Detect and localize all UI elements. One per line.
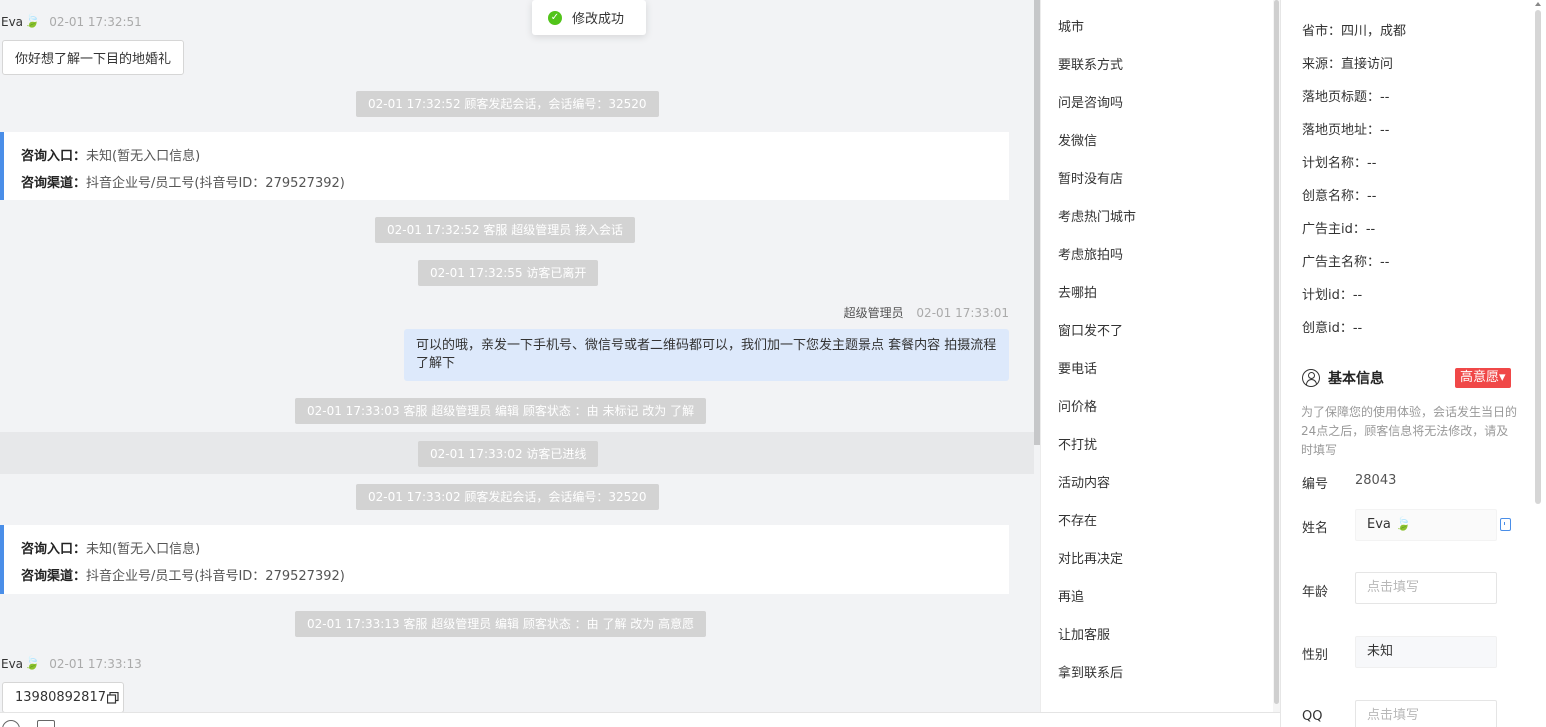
chat-panel[interactable]: Eva 🍃 02-01 17:32:51 你好想了解一下目的地婚礼 02-01 …: [0, 0, 1034, 712]
quick-reply-item[interactable]: 考虑旅拍吗: [1058, 244, 1123, 263]
customer-info-panel: 省市：四川，成都 来源：直接访问 落地页标题：-- 落地页地址：-- 计划名称：-- 创意…: [1280, 0, 1546, 727]
agent-name: 超级管理员: [843, 306, 904, 320]
id-value: 28043: [1355, 473, 1397, 488]
system-message: 02-01 17:32:52 客服 超级管理员 接入会话: [375, 217, 636, 243]
name-label: 姓名: [1302, 521, 1329, 536]
quick-reply-item[interactable]: 问价格: [1058, 396, 1097, 415]
quick-reply-item[interactable]: 不打扰: [1058, 434, 1097, 453]
source-info-row: 广告主id：--: [1302, 222, 1376, 237]
success-toast: ✓ 修改成功: [532, 0, 646, 35]
quick-reply-item[interactable]: 拿到联系后: [1058, 662, 1123, 681]
scrollbar-thumb[interactable]: [1274, 0, 1279, 704]
quick-reply-item[interactable]: 再追: [1058, 586, 1084, 605]
visitor-message-bubble[interactable]: 13980892817: [2, 682, 124, 712]
quick-reply-item[interactable]: 窗口发不了: [1058, 320, 1123, 339]
input-toolbar: [0, 712, 1280, 727]
copy-icon[interactable]: [106, 691, 119, 704]
quick-reply-item[interactable]: 活动内容: [1058, 472, 1110, 491]
copy-icon[interactable]: [1500, 518, 1511, 531]
scrollbar-thumb[interactable]: [1535, 10, 1541, 504]
quick-reply-item[interactable]: 不存在: [1058, 510, 1097, 529]
check-circle-icon: ✓: [548, 10, 562, 25]
message-time: 02-01 17:32:51: [49, 14, 142, 29]
quick-reply-item[interactable]: 让加客服: [1058, 624, 1110, 643]
edit-notice: 为了保障您的使用体验，会话发生当日的24点之后，顾客信息将无法修改，请及时填写: [1301, 405, 1518, 457]
age-input[interactable]: 点击填写: [1355, 572, 1497, 604]
message-time: 02-01 17:33:01: [916, 306, 1009, 320]
name-field[interactable]: Eva 🍃: [1355, 509, 1497, 541]
visitor-name: Eva: [1, 14, 24, 29]
quick-reply-item[interactable]: 暂时没有店: [1058, 168, 1123, 187]
user-circle-icon: [1302, 369, 1320, 387]
quick-reply-item[interactable]: 城市: [1058, 16, 1084, 35]
qq-input[interactable]: 点击填写: [1355, 700, 1497, 727]
message-time: 02-01 17:33:13: [49, 656, 142, 671]
age-label: 年龄: [1302, 585, 1329, 600]
source-info-row: 计划id：--: [1302, 288, 1363, 303]
quick-reply-item[interactable]: 发微信: [1058, 130, 1097, 149]
visitor-sender-line: Eva 🍃 02-01 17:33:13: [1, 656, 142, 671]
system-message: 02-01 17:32:52 顾客发起会话，会话编号：32520: [356, 91, 659, 117]
quick-reply-item[interactable]: 要电话: [1058, 358, 1097, 377]
agent-sender-line: 超级管理员 02-01 17:33:01: [844, 304, 1009, 321]
leaf-icon: 🍃: [24, 14, 41, 29]
visitor-sender-line: Eva 🍃 02-01 17:32:51: [1, 14, 142, 29]
source-info-row: 创意名称：--: [1302, 189, 1377, 204]
source-info-row: 落地页地址：--: [1302, 123, 1390, 138]
consult-channel-row: 咨询渠道：抖音企业号/员工号(抖音号ID：279527392): [21, 569, 345, 584]
source-info-row: 计划名称：--: [1302, 156, 1377, 171]
system-message: 02-01 17:33:03 客服 超级管理员 编辑 顾客状态 ：由 未标记 改…: [295, 398, 707, 424]
consult-channel-row: 咨询渠道：抖音企业号/员工号(抖音号ID：279527392): [21, 176, 345, 191]
quick-reply-item[interactable]: 去哪拍: [1058, 282, 1097, 301]
quick-reply-item[interactable]: 考虑热门城市: [1058, 206, 1136, 225]
visitor-message-bubble: 你好想了解一下目的地婚礼: [2, 40, 185, 75]
system-message: 02-01 17:33:13 客服 超级管理员 编辑 顾客状态 ：由 了解 改为…: [295, 611, 707, 637]
scroll-up-arrow-icon[interactable]: [1535, 2, 1541, 6]
system-message: 02-01 17:33:02 访客已进线: [418, 441, 599, 467]
image-icon[interactable]: [37, 720, 55, 727]
agent-message-bubble: 可以的哦，亲发一下手机号、微信号或者二维码都可以，我们加一下您发主题景点 套餐内…: [404, 329, 1009, 381]
basic-info-title: 基本信息: [1302, 368, 1384, 388]
source-info-row: 落地页标题：--: [1302, 90, 1390, 105]
gender-select[interactable]: 未知: [1355, 636, 1497, 668]
consult-info-card: 咨询入口：未知(暂无入口信息) 咨询渠道：抖音企业号/员工号(抖音号ID：279…: [0, 132, 1009, 200]
phone-number-text: 13980892817: [15, 690, 106, 705]
qq-label: QQ: [1302, 709, 1323, 724]
system-message: 02-01 17:32:55 访客已离开: [418, 260, 599, 286]
quick-reply-item[interactable]: 问是咨询吗: [1058, 92, 1123, 111]
id-label: 编号: [1302, 477, 1329, 492]
consult-info-card: 咨询入口：未知(暂无入口信息) 咨询渠道：抖音企业号/员工号(抖音号ID：279…: [0, 525, 1009, 594]
source-info-row: 广告主名称：--: [1302, 255, 1390, 270]
emoji-icon[interactable]: [2, 720, 20, 727]
gender-label: 性别: [1302, 648, 1329, 663]
source-info-row: 创意id：--: [1302, 321, 1363, 336]
consult-entry-row: 咨询入口：未知(暂无入口信息): [21, 149, 201, 164]
quick-reply-item[interactable]: 对比再决定: [1058, 548, 1123, 567]
quick-reply-scrollbar[interactable]: [1273, 0, 1280, 712]
quick-reply-panel: 城市要联系方式问是咨询吗发微信暂时没有店考虑热门城市 考虑旅拍吗去哪拍窗口发不了要…: [1040, 0, 1274, 712]
toast-text: 修改成功: [572, 12, 625, 27]
visitor-name: Eva: [1, 656, 24, 671]
source-info-row: 省市：四川，成都: [1302, 24, 1407, 39]
leaf-icon: 🍃: [24, 656, 41, 671]
info-scrollbar[interactable]: [1534, 0, 1542, 727]
intent-status-dropdown[interactable]: 高意愿▾: [1455, 368, 1511, 388]
system-message: 02-01 17:33:02 顾客发起会话，会话编号：32520: [356, 484, 659, 510]
consult-entry-row: 咨询入口：未知(暂无入口信息): [21, 542, 201, 557]
quick-reply-item[interactable]: 要联系方式: [1058, 54, 1123, 73]
source-info-row: 来源：直接访问: [1302, 57, 1394, 72]
